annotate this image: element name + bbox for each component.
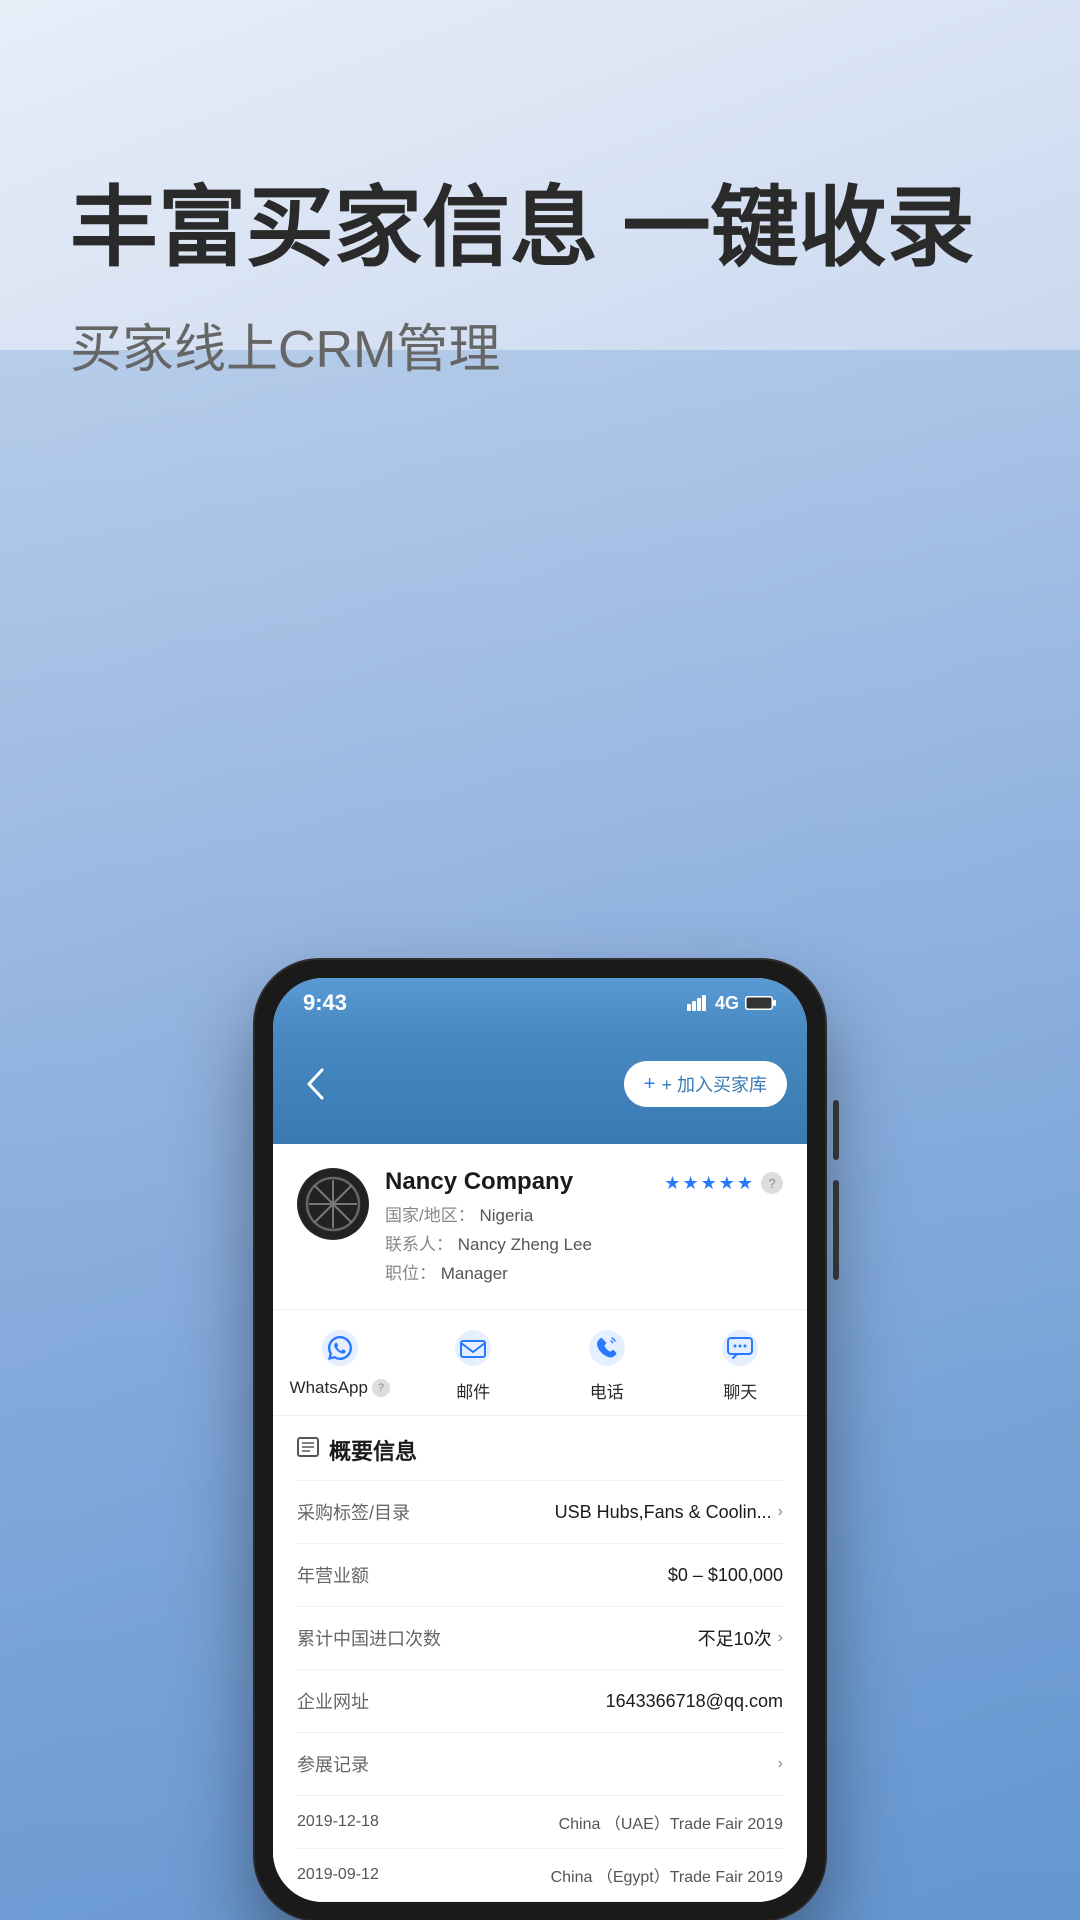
info-row-revenue: 年营业额 $0 – $100,000 — [297, 1544, 783, 1607]
network-label: 4G — [715, 993, 739, 1014]
website-label: 企业网址 — [297, 1688, 369, 1714]
info-row-expo[interactable]: 参展记录 › — [297, 1733, 783, 1796]
tags-value[interactable]: USB Hubs,Fans & Coolin... › — [555, 1502, 783, 1523]
signal-icon — [687, 995, 709, 1011]
trade-record-1: 2019-12-18 China （UAE）Trade Fair 2019 — [297, 1796, 783, 1849]
back-button[interactable] — [297, 1066, 333, 1102]
action-row: WhatsApp ? 邮件 — [273, 1310, 807, 1416]
trade-event-2: China （Egypt）Trade Fair 2019 — [551, 1863, 783, 1887]
chat-icon — [718, 1326, 762, 1370]
whatsapp-help-icon[interactable]: ? — [372, 1379, 390, 1397]
action-whatsapp[interactable]: WhatsApp ? — [273, 1326, 407, 1403]
status-bar: 9:43 4G — [273, 978, 807, 1024]
side-button-2 — [833, 1180, 839, 1280]
add-icon: + — [644, 1073, 656, 1096]
whatsapp-label: WhatsApp — [290, 1378, 368, 1398]
phone-label: 电话 — [590, 1378, 624, 1403]
top-section: 丰富买家信息 一键收录 买家线上CRM管理 — [0, 0, 1080, 482]
company-header: Nancy Company ★★★★★ ? 国家/地区： Nigeria 联系人… — [297, 1168, 783, 1289]
sub-title: 买家线上CRM管理 — [70, 307, 1010, 382]
side-button-1 — [833, 1100, 839, 1160]
rating-area: ★★★★★ ? — [664, 1172, 783, 1194]
expo-arrow: › — [778, 1755, 783, 1773]
info-row-imports: 累计中国进口次数 不足10次 › — [297, 1607, 783, 1670]
trade-record-2: 2019-09-12 China （Egypt）Trade Fair 2019 — [297, 1849, 783, 1902]
mail-label: 邮件 — [456, 1378, 490, 1403]
action-phone[interactable]: 电话 — [540, 1326, 674, 1403]
chat-label: 聊天 — [723, 1378, 757, 1403]
trade-event-1: China （UAE）Trade Fair 2019 — [559, 1810, 783, 1834]
add-button-label: + 加入买家库 — [661, 1071, 767, 1097]
overview-icon — [297, 1436, 319, 1464]
expo-label: 参展记录 — [297, 1751, 369, 1777]
imports-label: 累计中国进口次数 — [297, 1625, 441, 1651]
expo-chevron: › — [778, 1755, 783, 1773]
tags-chevron: › — [778, 1503, 783, 1521]
whatsapp-icon — [318, 1326, 362, 1370]
section-header: 概要信息 — [297, 1416, 783, 1481]
header-banner: + + 加入买家库 — [273, 1024, 807, 1144]
imports-chevron: › — [778, 1629, 783, 1647]
battery-icon — [745, 995, 777, 1011]
status-icons: 4G — [687, 993, 777, 1014]
whatsapp-label-row: WhatsApp ? — [290, 1378, 390, 1398]
phone-mockup: 9:43 4G — [255, 960, 825, 1920]
revenue-value: $0 – $100,000 — [668, 1565, 783, 1586]
overview-section: 概要信息 采购标签/目录 USB Hubs,Fans & Coolin... ›… — [273, 1416, 807, 1902]
action-chat[interactable]: 聊天 — [674, 1326, 808, 1403]
trade-date-2: 2019-09-12 — [297, 1866, 379, 1884]
rating-stars: ★★★★★ — [664, 1173, 755, 1194]
company-contact: 联系人： Nancy Zheng Lee — [385, 1231, 783, 1260]
company-country: 国家/地区： Nigeria — [385, 1202, 783, 1231]
mail-icon — [451, 1326, 495, 1370]
imports-value[interactable]: 不足10次 › — [698, 1625, 783, 1651]
rating-help-icon[interactable]: ? — [761, 1172, 783, 1194]
trade-date-1: 2019-12-18 — [297, 1813, 379, 1831]
tags-label: 采购标签/目录 — [297, 1499, 410, 1525]
info-row-tags: 采购标签/目录 USB Hubs,Fans & Coolin... › — [297, 1481, 783, 1544]
company-info: Nancy Company ★★★★★ ? 国家/地区： Nigeria 联系人… — [385, 1168, 783, 1289]
website-value: 1643366718@qq.com — [606, 1691, 783, 1712]
company-position: 职位： Manager — [385, 1260, 783, 1289]
phone-icon — [585, 1326, 629, 1370]
company-name: Nancy Company — [385, 1168, 573, 1196]
action-mail[interactable]: 邮件 — [407, 1326, 541, 1403]
add-to-library-button[interactable]: + + 加入买家库 — [624, 1061, 787, 1107]
revenue-label: 年营业额 — [297, 1562, 369, 1588]
phone-frame: 9:43 4G — [255, 960, 825, 1920]
info-row-website: 企业网址 1643366718@qq.com — [297, 1670, 783, 1733]
section-title: 概要信息 — [329, 1434, 417, 1466]
phone-screen: 9:43 4G — [273, 978, 807, 1902]
company-avatar — [297, 1168, 369, 1240]
main-title: 丰富买家信息 一键收录 — [70, 180, 1010, 277]
avatar-graphic — [297, 1168, 369, 1240]
company-card: Nancy Company ★★★★★ ? 国家/地区： Nigeria 联系人… — [273, 1144, 807, 1310]
status-time: 9:43 — [303, 990, 347, 1016]
